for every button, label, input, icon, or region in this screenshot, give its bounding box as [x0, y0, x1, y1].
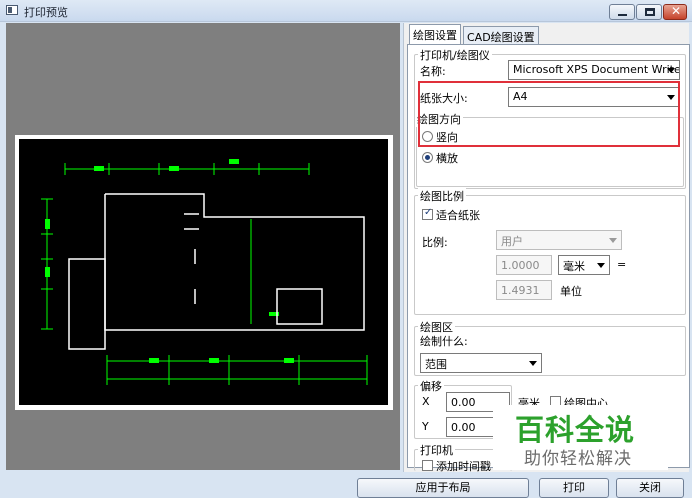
printer-name-select[interactable]: Microsoft XPS Document Writer — [508, 60, 680, 80]
close-icon: ✕ — [671, 4, 682, 18]
floor-plan-drawing — [41, 159, 368, 385]
unit-label: 单位 — [560, 285, 582, 298]
watermark-title: 百科全说 — [515, 413, 636, 447]
close-window-button[interactable]: ✕ — [663, 4, 687, 20]
timestamp-checkbox[interactable] — [422, 460, 433, 471]
window-title: 打印预览 — [24, 6, 68, 19]
plot-stamp-group-legend: 打印机 — [418, 442, 455, 458]
what-to-plot-value: 范围 — [425, 358, 447, 371]
fit-paper-label: 适合纸张 — [436, 209, 480, 222]
minimize-button[interactable] — [609, 4, 635, 20]
what-to-plot-label: 绘制什么: — [420, 335, 468, 348]
offset-group-legend: 偏移 — [418, 378, 444, 394]
print-preview-area — [6, 23, 400, 470]
fit-paper-checkbox[interactable] — [422, 207, 433, 220]
watermark-logo: 百科全说 助你轻松解决 — [493, 405, 668, 470]
printer-group-legend: 打印机/绘图仪 — [418, 47, 492, 63]
landscape-label: 横放 — [436, 152, 458, 165]
close-button[interactable]: 关闭 — [616, 478, 684, 498]
printer-name-label: 名称: — [420, 65, 446, 78]
maximize-button[interactable] — [636, 4, 662, 20]
cad-drawing-preview — [19, 139, 388, 405]
chevron-down-icon — [667, 68, 675, 73]
landscape-radio[interactable] — [422, 152, 433, 163]
tab-cad-plot-settings[interactable]: CAD绘图设置 — [463, 26, 539, 44]
print-button[interactable]: 打印 — [539, 478, 609, 498]
highlight-annotation — [418, 81, 680, 147]
minimize-icon — [618, 14, 627, 16]
what-to-plot-select[interactable]: 范围 — [420, 353, 542, 373]
apply-to-layout-button[interactable]: 应用于布局 — [357, 478, 529, 498]
offset-y-label: Y — [422, 420, 429, 433]
chevron-down-icon — [597, 263, 605, 268]
scale-value: 用户 — [501, 235, 523, 248]
scale-value1-input[interactable]: 1.0000 — [496, 255, 552, 275]
chevron-down-icon — [529, 361, 537, 366]
printer-name-value: Microsoft XPS Document Writer — [513, 63, 680, 76]
watermark-subtitle: 助你轻松解决 — [524, 449, 632, 469]
paper-sheet — [15, 135, 393, 410]
scale-unit-select[interactable]: 毫米 — [558, 255, 610, 275]
scale-unit-value: 毫米 — [563, 260, 585, 273]
window-icon — [6, 5, 18, 15]
scale-label: 比例: — [422, 236, 448, 249]
chevron-down-icon — [609, 238, 617, 243]
offset-x-label: X — [422, 395, 430, 408]
title-bar: 打印预览 ✕ — [0, 0, 692, 22]
equals-sign: = — [617, 258, 627, 271]
scale-group-legend: 绘图比例 — [418, 188, 466, 204]
maximize-icon — [645, 8, 655, 16]
tab-plot-settings[interactable]: 绘图设置 — [409, 24, 461, 45]
scale-select[interactable]: 用户 — [496, 230, 622, 250]
timestamp-label: 添加时间戳 — [436, 460, 491, 473]
scale-value2-input[interactable]: 1.4931 — [496, 280, 552, 300]
